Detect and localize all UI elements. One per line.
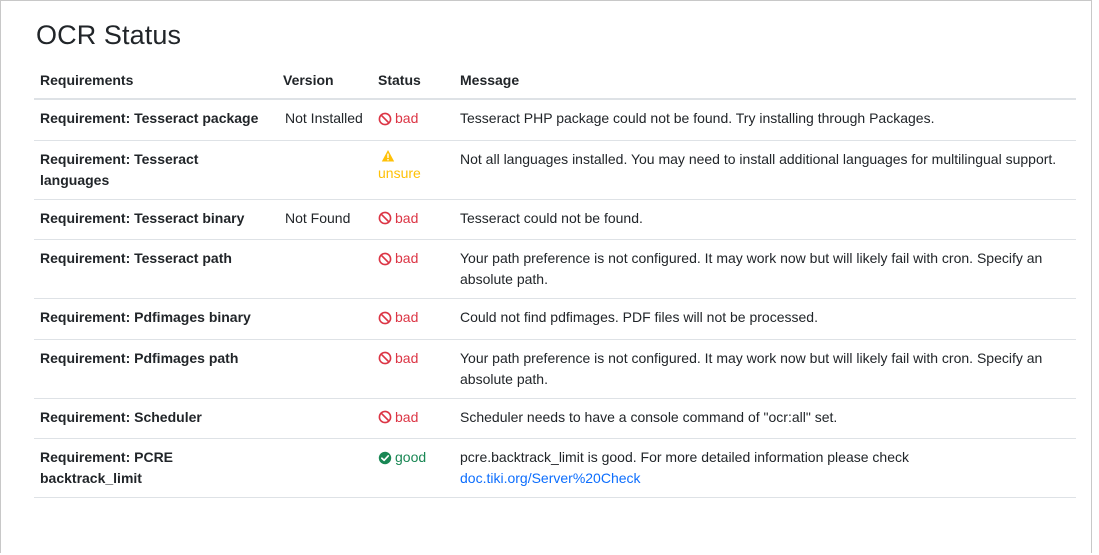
- header-requirements: Requirements: [34, 64, 277, 100]
- version-cell: [277, 298, 372, 340]
- status-cell: bad: [372, 239, 454, 299]
- status-badge: bad: [378, 348, 418, 369]
- table-row: Requirement: Tesseract languages unsure …: [34, 140, 1076, 200]
- table-row: Requirement: Tesseract binary Not Found …: [34, 199, 1076, 240]
- ocr-status-table: Requirements Version Status Message Requ…: [34, 64, 1076, 498]
- status-label: bad: [395, 309, 419, 325]
- status-cell: bad: [372, 199, 454, 240]
- table-row: Requirement: Pdfimages path bad Your pat…: [34, 339, 1076, 399]
- version-cell: [277, 398, 372, 439]
- requirement-cell: Requirement: Pdfimages path: [34, 339, 277, 399]
- message-text: pcre.backtrack_limit is good. For more d…: [460, 449, 909, 465]
- version-cell: [277, 239, 372, 299]
- ban-icon: [378, 410, 392, 424]
- message-cell: Scheduler needs to have a console comman…: [454, 398, 1076, 439]
- status-cell: bad: [372, 339, 454, 399]
- status-label: bad: [395, 349, 419, 366]
- version-cell: [277, 140, 372, 200]
- status-badge: bad: [378, 307, 418, 328]
- status-cell: bad: [372, 99, 454, 141]
- status-badge: good: [378, 447, 426, 468]
- table-header-row: Requirements Version Status Message: [34, 64, 1076, 100]
- requirement-cell: Requirement: Tesseract package: [34, 99, 277, 141]
- ban-icon: [378, 112, 392, 126]
- message-cell: Tesseract could not be found.: [454, 199, 1076, 240]
- server-check-link[interactable]: doc.tiki.org/Server%20Check: [460, 470, 641, 486]
- status-label: good: [395, 449, 427, 465]
- message-cell: Not all languages installed. You may nee…: [454, 140, 1076, 200]
- requirement-cell: Requirement: Tesseract binary: [34, 199, 277, 240]
- ban-icon: [378, 252, 392, 266]
- version-cell: [277, 438, 372, 498]
- header-version: Version: [277, 64, 372, 100]
- table-row: Requirement: Pdfimages binary bad Could …: [34, 298, 1076, 340]
- requirement-cell: Requirement: Tesseract path: [34, 239, 277, 299]
- status-badge: bad: [378, 407, 418, 428]
- status-cell: unsure: [372, 140, 454, 200]
- requirement-cell: Requirement: Tesseract languages: [34, 140, 277, 200]
- version-cell: [277, 339, 372, 399]
- message-cell: Could not find pdfimages. PDF files will…: [454, 298, 1076, 340]
- table-row: Requirement: Tesseract package Not Insta…: [34, 99, 1076, 141]
- version-cell: Not Found: [277, 199, 372, 240]
- status-badge: bad: [378, 248, 418, 269]
- header-status: Status: [372, 64, 454, 100]
- status-cell: bad: [372, 298, 454, 340]
- warning-icon: [381, 149, 395, 163]
- requirement-cell: Requirement: Pdfimages binary: [34, 298, 277, 340]
- status-badge: unsure: [378, 149, 448, 184]
- status-cell: good: [372, 438, 454, 498]
- status-label: unsure: [378, 164, 421, 181]
- status-label: bad: [395, 110, 419, 126]
- message-cell: Tesseract PHP package could not be found…: [454, 99, 1076, 141]
- status-badge: bad: [378, 108, 418, 129]
- table-row: Requirement: Tesseract path bad Your pat…: [34, 239, 1076, 299]
- ban-icon: [378, 311, 392, 325]
- table-row: Requirement: Scheduler bad Scheduler nee…: [34, 398, 1076, 439]
- page-title: OCR Status: [36, 20, 182, 50]
- version-cell: Not Installed: [277, 99, 372, 141]
- status-label: bad: [395, 408, 419, 425]
- requirement-cell: Requirement: Scheduler: [34, 398, 277, 439]
- requirement-cell: Requirement: PCRE backtrack_limit: [34, 438, 277, 498]
- status-cell: bad: [372, 398, 454, 439]
- status-label: bad: [395, 250, 419, 266]
- message-cell: pcre.backtrack_limit is good. For more d…: [454, 438, 1076, 498]
- status-badge: bad: [378, 208, 418, 229]
- check-circle-icon: [378, 451, 392, 465]
- status-label: bad: [395, 209, 419, 226]
- ban-icon: [378, 351, 392, 365]
- ban-icon: [378, 211, 392, 225]
- message-cell: Your path preference is not configured. …: [454, 239, 1076, 299]
- table-row: Requirement: PCRE backtrack_limit good p…: [34, 438, 1076, 498]
- header-message: Message: [454, 64, 1076, 100]
- message-cell: Your path preference is not configured. …: [454, 339, 1076, 399]
